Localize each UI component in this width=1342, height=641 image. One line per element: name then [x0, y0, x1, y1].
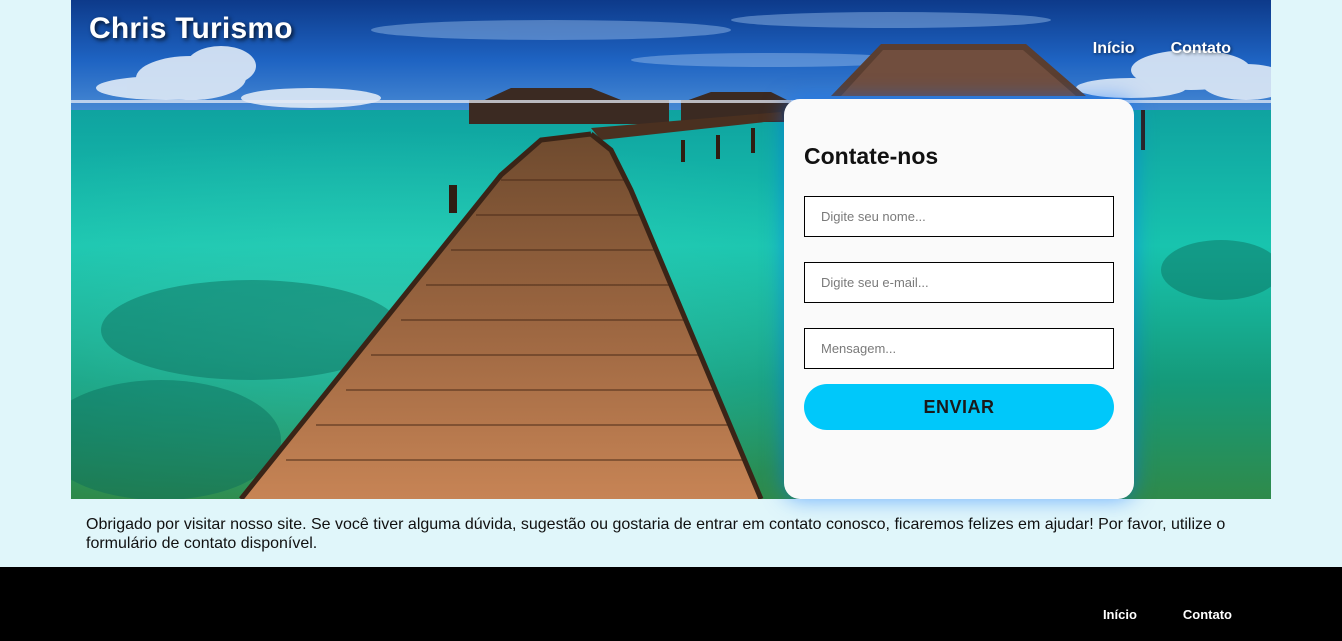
- top-navigation: Início Contato: [1093, 40, 1231, 58]
- send-button[interactable]: ENVIAR: [804, 384, 1114, 430]
- name-input[interactable]: [804, 196, 1114, 237]
- footer-link-contato[interactable]: Contato: [1183, 607, 1232, 622]
- footer-link-inicio[interactable]: Início: [1103, 607, 1137, 622]
- email-input[interactable]: [804, 262, 1114, 303]
- site-logo-title[interactable]: Chris Turismo: [89, 12, 293, 46]
- footer-navigation: Início Contato: [1103, 607, 1232, 622]
- message-input[interactable]: [804, 328, 1114, 369]
- page: Chris Turismo Início Contato Contate-nos…: [0, 0, 1342, 641]
- site-footer: Início Contato: [0, 567, 1342, 641]
- nav-link-inicio[interactable]: Início: [1093, 40, 1135, 58]
- contact-form-card: Contate-nos ENVIAR: [784, 99, 1134, 499]
- nav-link-contato[interactable]: Contato: [1171, 40, 1231, 58]
- contact-form-title: Contate-nos: [804, 143, 939, 169]
- intro-paragraph: Obrigado por visitar nosso site. Se você…: [86, 516, 1226, 552]
